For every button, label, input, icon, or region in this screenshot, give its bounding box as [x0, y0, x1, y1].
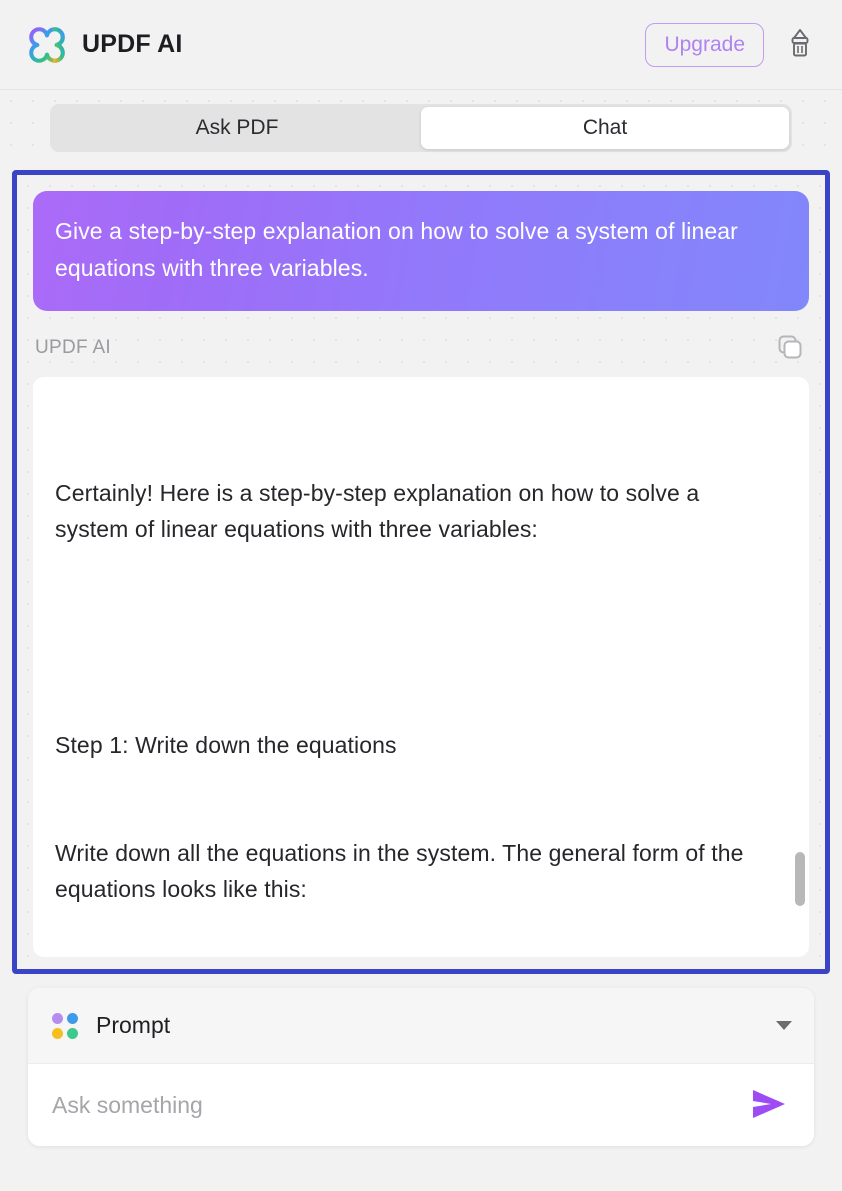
copy-icon [775, 332, 805, 365]
send-button[interactable] [746, 1082, 792, 1128]
tab-bar: Ask PDF Chat [0, 90, 842, 166]
assistant-step1-heading: Step 1: Write down the equations [55, 732, 397, 758]
composer: Prompt [28, 988, 814, 1146]
assistant-paragraph-intro: Certainly! Here is a step-by-step explan… [55, 480, 706, 542]
upgrade-button[interactable]: Upgrade [645, 22, 764, 67]
assistant-message-header: UPDF AI [35, 331, 807, 365]
app-header: UPDF AI Upgrade [0, 0, 842, 90]
prompt-label: Prompt [96, 1012, 171, 1038]
conversation-region: Give a step-by-step explanation on how t… [12, 170, 830, 974]
user-message-bubble: Give a step-by-step explanation on how t… [33, 191, 809, 311]
ask-input-row [28, 1064, 814, 1146]
tab-chat[interactable]: Chat [421, 107, 789, 149]
ask-input[interactable] [52, 1091, 746, 1119]
tab-ask-pdf[interactable]: Ask PDF [53, 107, 421, 149]
assistant-step1-body: Write down all the equations in the syst… [55, 840, 751, 902]
tab-group: Ask PDF Chat [50, 104, 792, 152]
brush-icon [786, 28, 814, 61]
assistant-message-text: Certainly! Here is a step-by-step explan… [55, 403, 779, 957]
response-scrollbar-track[interactable] [795, 377, 805, 957]
updf-logo-icon [26, 24, 68, 66]
clear-chat-button[interactable] [778, 23, 822, 67]
chevron-down-icon[interactable] [776, 1021, 792, 1030]
brand: UPDF AI [26, 24, 182, 66]
prompt-dots-icon [52, 1012, 78, 1039]
copy-response-button[interactable] [773, 331, 807, 365]
prompt-selector[interactable]: Prompt [28, 988, 814, 1064]
updf-ai-panel: UPDF AI Upgrade Ask PDF Chat Give a step… [0, 0, 842, 1191]
response-scrollbar-thumb[interactable] [795, 852, 805, 906]
brand-name: UPDF AI [82, 30, 183, 58]
send-icon [749, 1087, 789, 1124]
assistant-blank-line-1 [55, 619, 779, 655]
assistant-message-card: Certainly! Here is a step-by-step explan… [33, 377, 809, 957]
assistant-label: UPDF AI [35, 337, 112, 358]
